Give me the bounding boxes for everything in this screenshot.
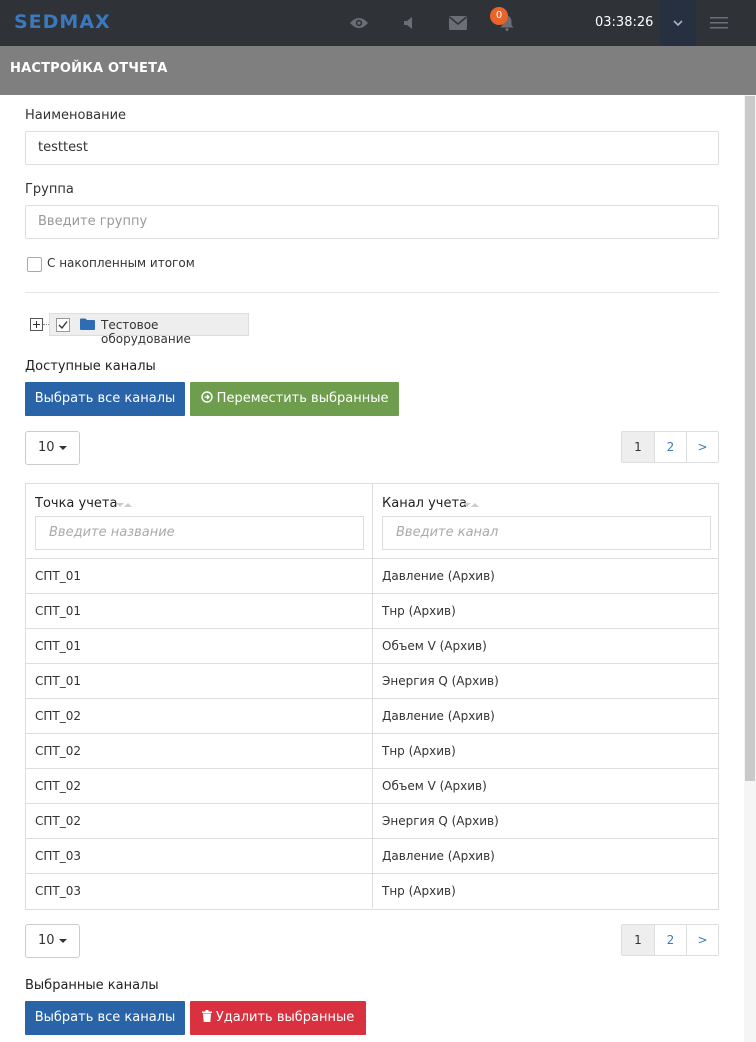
tree-expand-toggle[interactable] bbox=[30, 318, 43, 331]
pagination-top: 1 2 > bbox=[621, 431, 719, 463]
table-body: СПТ_01 Давление (Архив) СПТ_01 Тнр (Архив) С… bbox=[26, 559, 718, 909]
sort-icon[interactable] bbox=[116, 501, 132, 509]
hamburger-icon bbox=[710, 17, 728, 29]
point-filter-input[interactable]: Введите название bbox=[35, 516, 364, 550]
sort-icon[interactable] bbox=[463, 501, 479, 509]
cell-channel: Тнр (Архив) bbox=[382, 604, 456, 618]
move-selected-label: Переместить выбранные bbox=[216, 391, 389, 406]
cell-point: СПТ_02 bbox=[26, 699, 373, 733]
table-row[interactable]: СПТ_01 Давление (Архив) bbox=[26, 559, 718, 594]
divider bbox=[25, 292, 719, 293]
page-next-button[interactable]: > bbox=[686, 925, 718, 955]
table-row[interactable]: СПТ_03 Давление (Архив) bbox=[26, 839, 718, 874]
select-all-available-button[interactable]: Выбрать все каналы bbox=[25, 382, 185, 416]
page-header: НАСТРОЙКА ОТЧЕТА bbox=[0, 46, 756, 95]
top-bar: SEDMAX 0 03:38:26 bbox=[0, 0, 756, 46]
tree-node-label: Тестовое оборудование bbox=[101, 318, 191, 346]
cell-channel: Давление (Архив) bbox=[382, 709, 495, 723]
caret-down-icon bbox=[59, 939, 67, 943]
table-row[interactable]: СПТ_03 Тнр (Архив) bbox=[26, 874, 718, 909]
channel-filter-input[interactable]: Введите канал bbox=[382, 516, 711, 550]
volume-icon[interactable] bbox=[398, 12, 420, 34]
select-all-selected-button[interactable]: Выбрать все каналы bbox=[25, 1001, 185, 1035]
trash-icon bbox=[201, 1010, 212, 1022]
name-label: Наименование bbox=[25, 108, 127, 123]
available-channels-table: Точка учета Введите название Канал учета… bbox=[25, 483, 719, 910]
available-channels-title: Доступные каналы bbox=[25, 359, 156, 374]
cell-point: СПТ_01 bbox=[26, 594, 373, 628]
cell-point: СПТ_03 bbox=[26, 874, 373, 908]
table-row[interactable]: СПТ_01 Тнр (Архив) bbox=[26, 594, 718, 629]
page-size-select-bottom[interactable]: 10 bbox=[25, 924, 80, 958]
tree-node-checkbox[interactable] bbox=[56, 318, 70, 332]
scrollbar-thumb[interactable] bbox=[745, 96, 755, 781]
table-row[interactable]: СПТ_01 Энергия Q (Архив) bbox=[26, 664, 718, 699]
cell-point: СПТ_02 bbox=[26, 769, 373, 803]
cell-point: СПТ_01 bbox=[26, 664, 373, 698]
table-row[interactable]: СПТ_02 Энергия Q (Архив) bbox=[26, 804, 718, 839]
delete-selected-button[interactable]: Удалить выбранные bbox=[190, 1001, 366, 1035]
table-row[interactable]: СПТ_02 Объем V (Архив) bbox=[26, 769, 718, 804]
user-menu-toggle[interactable] bbox=[660, 0, 696, 46]
cell-point: СПТ_02 bbox=[26, 804, 373, 838]
cell-channel: Давление (Архив) bbox=[382, 849, 495, 863]
caret-down-icon bbox=[59, 446, 67, 450]
page-1-button[interactable]: 1 bbox=[622, 432, 654, 462]
column-point: Точка учета Введите название bbox=[26, 484, 373, 559]
table-row[interactable]: СПТ_01 Объем V (Архив) bbox=[26, 629, 718, 664]
cell-channel: Тнр (Архив) bbox=[382, 884, 456, 898]
page-size-select[interactable]: 10 bbox=[25, 431, 80, 465]
page-size-value: 10 bbox=[38, 440, 55, 455]
name-input[interactable]: testtest bbox=[25, 131, 719, 165]
cell-channel: Давление (Архив) bbox=[382, 569, 495, 583]
page-size-value: 10 bbox=[38, 933, 55, 948]
group-label: Группа bbox=[25, 182, 74, 197]
cell-channel: Энергия Q (Архив) bbox=[382, 674, 499, 688]
check-icon bbox=[58, 321, 68, 330]
chevron-down-icon bbox=[673, 19, 683, 26]
eye-icon[interactable] bbox=[348, 12, 370, 34]
cell-point: СПТ_01 bbox=[26, 559, 373, 593]
tree-node-equipment[interactable]: Тестовое оборудование bbox=[49, 313, 249, 346]
delete-selected-label: Удалить выбранные bbox=[215, 1010, 355, 1025]
move-selected-button[interactable]: Переместить выбранные bbox=[190, 382, 399, 416]
column-point-title[interactable]: Точка учета bbox=[35, 496, 117, 511]
column-channel: Канал учета Введите канал bbox=[373, 484, 719, 559]
page-2-button[interactable]: 2 bbox=[653, 432, 686, 462]
envelope-icon[interactable] bbox=[447, 12, 469, 34]
table-row[interactable]: СПТ_02 Тнр (Архив) bbox=[26, 734, 718, 769]
page-1-button[interactable]: 1 bbox=[622, 925, 654, 955]
selected-channels-title: Выбранные каналы bbox=[25, 978, 159, 993]
table-header: Точка учета Введите название Канал учета… bbox=[26, 484, 718, 559]
notification-badge[interactable]: 0 bbox=[490, 7, 508, 25]
table-row[interactable]: СПТ_02 Давление (Архив) bbox=[26, 699, 718, 734]
arrow-circle-right-icon bbox=[200, 391, 213, 403]
group-input[interactable]: Введите группу bbox=[25, 205, 719, 239]
cell-channel: Тнр (Архив) bbox=[382, 744, 456, 758]
cell-point: СПТ_03 bbox=[26, 839, 373, 873]
column-channel-title[interactable]: Канал учета bbox=[382, 496, 467, 511]
folder-icon bbox=[80, 318, 95, 334]
page-2-button[interactable]: 2 bbox=[653, 925, 686, 955]
cumulative-checkbox[interactable] bbox=[27, 257, 42, 272]
cell-channel: Объем V (Архив) bbox=[382, 639, 487, 653]
cell-point: СПТ_01 bbox=[26, 629, 373, 663]
page-title: НАСТРОЙКА ОТЧЕТА bbox=[10, 61, 168, 76]
app-logo[interactable]: SEDMAX bbox=[14, 11, 111, 33]
hamburger-menu-button[interactable] bbox=[706, 12, 732, 34]
cell-point: СПТ_02 bbox=[26, 734, 373, 768]
cell-channel: Объем V (Архив) bbox=[382, 779, 487, 793]
page-next-button[interactable]: > bbox=[686, 432, 718, 462]
cumulative-label[interactable]: С накопленным итогом bbox=[47, 256, 195, 270]
pagination-bottom: 1 2 > bbox=[621, 924, 719, 956]
cell-channel: Энергия Q (Архив) bbox=[382, 814, 499, 828]
clock: 03:38:26 bbox=[595, 15, 654, 30]
